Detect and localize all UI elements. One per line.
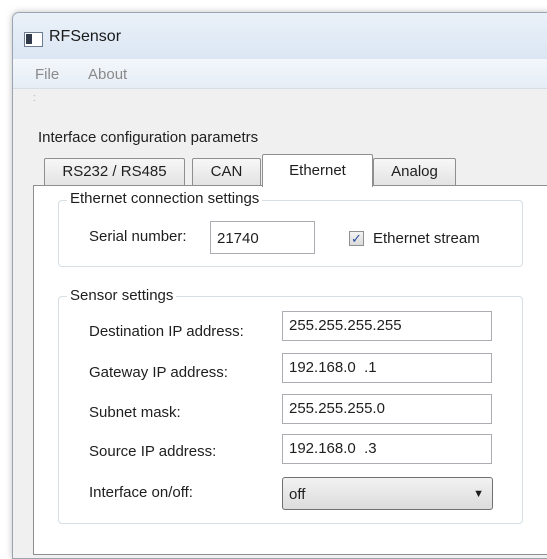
tab-can[interactable]: CAN xyxy=(192,158,261,185)
menu-about[interactable]: About xyxy=(88,66,127,83)
destination-ip-field[interactable]: 255.255.255.255 xyxy=(282,311,492,341)
interface-onoff-label: Interface on/off: xyxy=(89,484,193,501)
toolbar-grip-icon: ⁚ xyxy=(33,94,36,103)
ethernet-stream-checkbox[interactable]: ✓ xyxy=(349,231,364,246)
source-ip-label: Source IP address: xyxy=(89,443,217,460)
chevron-down-icon: ▼ xyxy=(473,488,484,500)
ethernet-connection-legend: Ethernet connection settings xyxy=(67,190,263,207)
app-window-icon xyxy=(24,32,43,47)
subnet-mask-label: Subnet mask: xyxy=(89,404,181,421)
gateway-ip-label: Gateway IP address: xyxy=(89,364,228,381)
menu-file[interactable]: File xyxy=(35,66,59,83)
ethernet-stream-label: Ethernet stream xyxy=(373,230,480,247)
interface-onoff-value: off xyxy=(289,486,306,503)
interface-config-title: Interface configuration parametrs xyxy=(38,129,259,146)
gateway-ip-field[interactable]: 192.168.0 .1 xyxy=(282,353,492,383)
subnet-mask-field[interactable]: 255.255.255.0 xyxy=(282,394,492,424)
sensor-settings-legend: Sensor settings xyxy=(67,287,177,304)
destination-ip-label: Destination IP address: xyxy=(89,323,244,340)
source-ip-field[interactable]: 192.168.0 .3 xyxy=(282,434,492,464)
serial-number-label: Serial number: xyxy=(89,228,187,245)
window-title: RFSensor xyxy=(49,28,122,45)
tab-ethernet[interactable]: Ethernet xyxy=(262,154,373,187)
tab-rs232-rs485[interactable]: RS232 / RS485 xyxy=(44,158,185,185)
interface-onoff-dropdown[interactable]: off ▼ xyxy=(282,477,493,510)
serial-number-field[interactable]: 21740 xyxy=(210,221,315,254)
tab-analog[interactable]: Analog xyxy=(373,158,456,185)
